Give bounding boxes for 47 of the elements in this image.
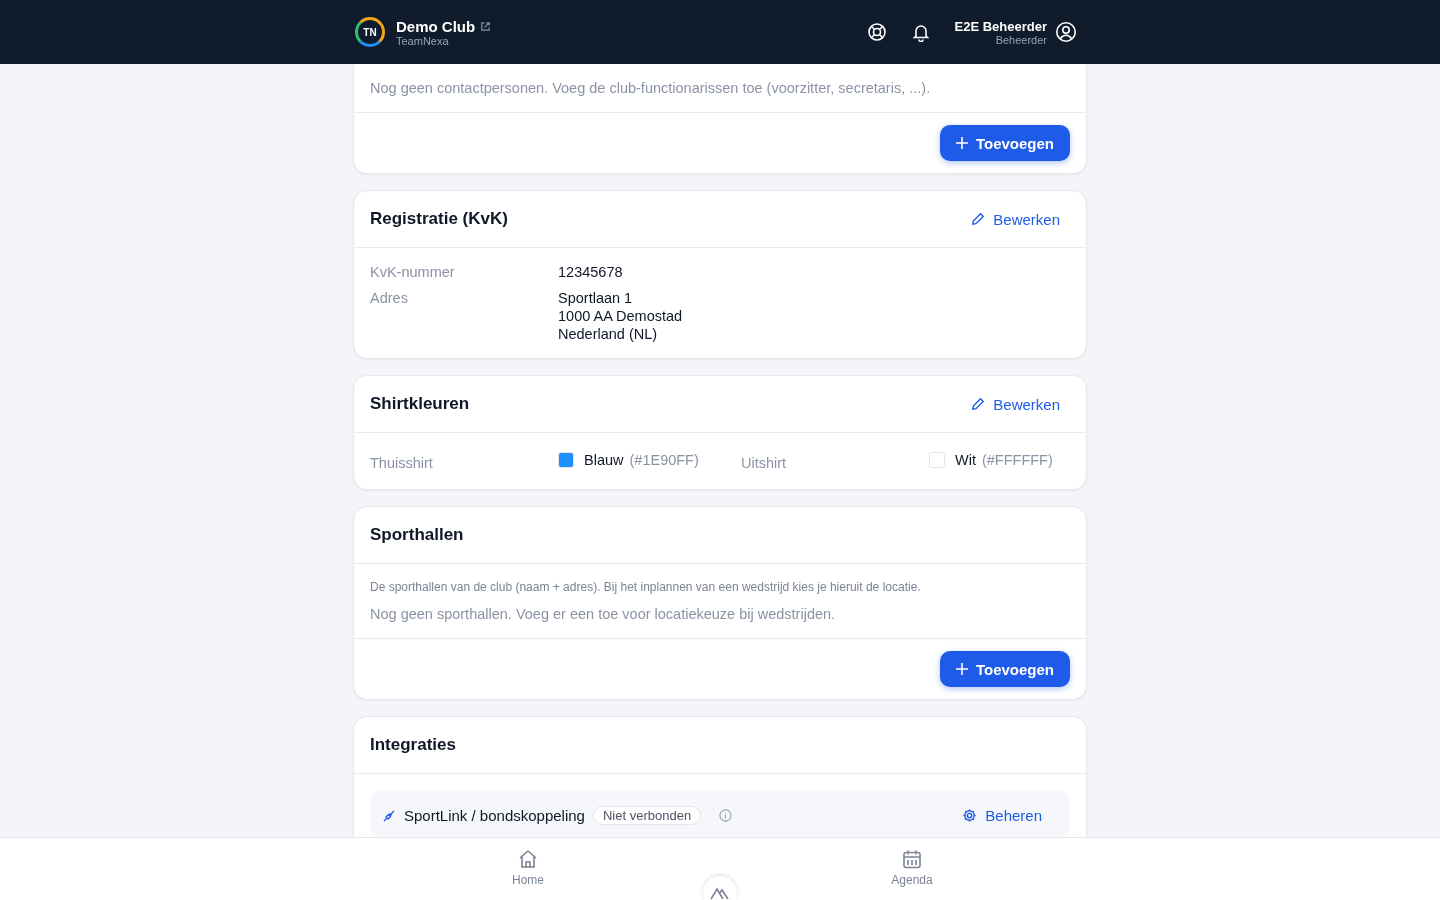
mountain-icon — [710, 886, 730, 900]
club-name[interactable]: Demo Club — [396, 17, 476, 35]
club-logo[interactable]: TN — [355, 17, 385, 47]
description-text: De sporthallen van de club (naam + adres). Bij het inplannen van een wedstrijd kies je hieruit de locatie. — [370, 580, 922, 594]
help-icon[interactable] — [866, 22, 887, 42]
add-button[interactable]: Toevoegen — [939, 125, 1070, 161]
edit-button[interactable]: Bewerken — [961, 395, 1070, 413]
user-name[interactable]: E2E Beheerder — [954, 18, 1047, 34]
app-name: TeamNexa — [396, 34, 450, 47]
color-code: (#FFFFFF) — [981, 452, 1053, 468]
plus-icon — [955, 137, 968, 149]
field-value: 12345678 — [558, 264, 623, 280]
color-name: Blauw — [584, 452, 624, 468]
notification-bell-icon[interactable] — [910, 22, 931, 42]
add-button[interactable]: Toevoegen — [939, 651, 1070, 687]
home-icon — [517, 848, 539, 870]
color-code: (#1E90FF) — [629, 452, 699, 468]
nav-item[interactable]: Home — [486, 838, 570, 900]
user-avatar-icon[interactable] — [1055, 21, 1077, 43]
center-logo-button[interactable] — [703, 876, 737, 900]
plus-icon — [955, 663, 968, 675]
status-badge: Niet verbonden — [592, 806, 702, 825]
settings-icon — [962, 808, 978, 823]
card-title: Registratie (KvK) — [370, 209, 508, 229]
field-value: Sportlaan 1 — [558, 290, 634, 306]
edit-button[interactable]: Bewerken — [961, 210, 1070, 228]
pencil-icon — [972, 212, 985, 226]
empty-state-text: Nog geen sporthallen. Voeg er een toe voor locatiekeuze bij wedstrijden. — [369, 606, 837, 624]
field-value: 1000 AA Demostad — [558, 308, 683, 324]
integration-name: SportLink / bondskoppeling — [404, 807, 585, 824]
field-value: Nederland (NL) — [558, 326, 659, 342]
external-link-icon[interactable] — [480, 20, 492, 32]
calendar-icon — [901, 848, 923, 870]
color-name: Wit — [955, 452, 976, 468]
empty-state-text: Nog geen contactpersonen. Voeg de club-functionarissen toe (voorzitter, secretaris, ...). — [369, 80, 932, 98]
nav-item[interactable]: Agenda — [870, 838, 954, 900]
card-title: Integraties — [370, 735, 456, 755]
field-label: Thuisshirt — [370, 454, 434, 471]
pencil-icon — [972, 397, 985, 411]
card-title: Sporthallen — [370, 525, 464, 545]
plug-icon — [382, 808, 396, 823]
field-label: Uitshirt — [741, 454, 788, 471]
manage-button[interactable]: Beheren — [956, 806, 1048, 825]
card-title: Shirtkleuren — [370, 394, 470, 414]
user-role: Beheerder — [995, 33, 1047, 46]
field-label: Adres — [370, 290, 409, 308]
field-label: KvK-nummer — [370, 264, 456, 280]
